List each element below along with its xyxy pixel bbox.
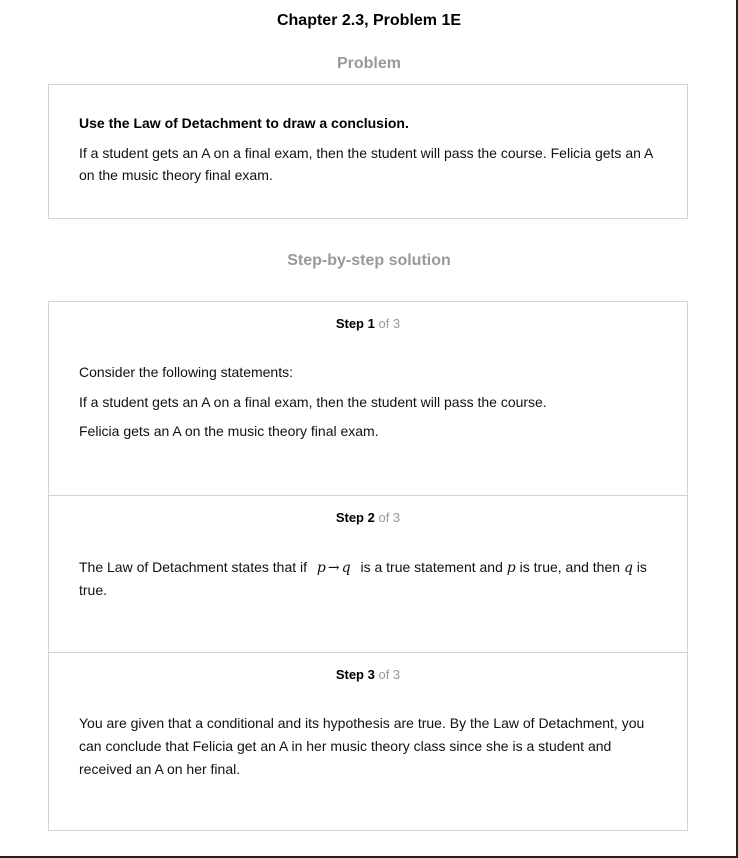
variable-q: q [623, 560, 633, 576]
implies-arrow-icon: → [327, 560, 340, 576]
implication-formula: p → q [311, 557, 357, 579]
step-1-paragraph-2: If a student gets an A on a final exam, … [79, 394, 547, 410]
step-2-text-middle2: is true, and then [519, 559, 621, 575]
step-1-paragraph-3: Felicia gets an A on the music theory fi… [79, 423, 379, 439]
step-3-of: of 3 [378, 667, 401, 682]
solution-heading: Step-by-step solution [287, 252, 451, 269]
step-1: Step 1 of 3 Consider the following state… [49, 302, 687, 495]
step-1-label: Step 1 [335, 316, 375, 331]
step-3-paragraph: You are given that a conditional and its… [79, 715, 645, 777]
problem-instruction: Use the Law of Detachment to draw a conc… [79, 115, 409, 131]
step-1-header: Step 1 of 3 [49, 316, 687, 331]
formula-p: p [316, 560, 326, 576]
chapter-title: Chapter 2.3, Problem 1E [276, 12, 462, 29]
step-3-label: Step 3 [335, 667, 375, 682]
solution-box: Step 1 of 3 Consider the following state… [48, 301, 688, 831]
step-3-header: Step 3 of 3 [49, 667, 687, 682]
step-2-header: Step 2 of 3 [49, 510, 687, 525]
step-1-of: of 3 [378, 316, 401, 331]
step-1-paragraph-1: Consider the following statements: [79, 364, 293, 380]
step-3: Step 3 of 3 You are given that a conditi… [49, 652, 687, 830]
problem-text: If a student gets an A on a final exam, … [79, 145, 653, 183]
step-2: Step 2 of 3 The Law of Detachment states… [49, 495, 687, 652]
problem-box: Use the Law of Detachment to draw a conc… [48, 84, 688, 219]
step-2-label: Step 2 [335, 510, 375, 525]
problem-heading: Problem [336, 55, 401, 72]
step-2-of: of 3 [378, 510, 401, 525]
step-2-paragraph: The Law of Detachment states that if p → q… [79, 556, 659, 601]
step-2-text-middle: is a true statement and [360, 559, 503, 575]
variable-p: p [506, 560, 516, 576]
step-2-text-before: The Law of Detachment states that if [79, 559, 308, 575]
formula-q: q [341, 560, 351, 576]
